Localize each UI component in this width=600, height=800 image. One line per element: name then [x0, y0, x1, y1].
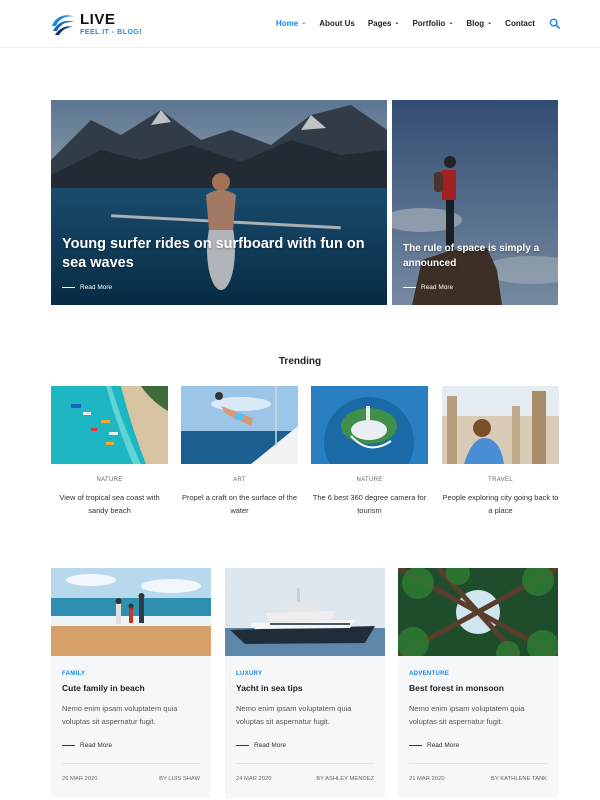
- nav-label: Portfolio: [412, 19, 446, 28]
- post-date: 21 MAR 2020: [409, 776, 445, 782]
- trending-image-boat: [181, 386, 298, 464]
- post-image-yacht: [225, 568, 385, 656]
- nav-item-portfolio[interactable]: Portfolio ⌄: [412, 19, 453, 28]
- site-header: LIVE FEEL IT - BLOG! Home ⌄ About Us Page…: [0, 0, 600, 48]
- post-card[interactable]: ADVENTURE Best forest in monsoon Nemo en…: [398, 568, 558, 798]
- trending-image-360: [311, 386, 428, 464]
- trending-card[interactable]: TRAVEL People exploring city going back …: [442, 386, 559, 517]
- read-more-label: Read More: [80, 742, 113, 749]
- trending-category: NATURE: [356, 477, 383, 483]
- hero-image-kayak: [51, 100, 387, 305]
- trending-card[interactable]: NATURE The 6 best 360 degree camera for …: [311, 386, 428, 517]
- trending-category: ART: [233, 477, 246, 483]
- trending-card[interactable]: NATURE View of tropical sea coast with s…: [51, 386, 168, 517]
- brand-title: LIVE: [80, 11, 116, 28]
- read-more-link[interactable]: Read More: [236, 742, 385, 749]
- post-card[interactable]: LUXURY Yacht in sea tips Nemo enim ipsam…: [225, 568, 385, 798]
- read-more-link[interactable]: Read More: [62, 284, 112, 291]
- nav-item-home[interactable]: Home ⌄: [276, 19, 306, 28]
- post-category[interactable]: ADVENTURE: [409, 671, 558, 677]
- read-more-line: [409, 745, 422, 746]
- read-more-label: Read More: [421, 284, 454, 291]
- trending-title[interactable]: View of tropical sea coast with sandy be…: [51, 491, 168, 517]
- post-date: 26 MAR 2020: [62, 776, 98, 782]
- post-author[interactable]: BY KATHLENE TANK: [491, 776, 547, 782]
- post-excerpt: Nemo enim ipsam voluptatem quia voluptas…: [62, 704, 178, 726]
- logo[interactable]: LIVE FEEL IT - BLOG!: [50, 12, 142, 36]
- post-title[interactable]: Cute family in beach: [62, 683, 200, 693]
- post-author[interactable]: BY ASHLEY MENDEZ: [316, 776, 374, 782]
- post-card[interactable]: FAMILY Cute family in beach Nemo enim ip…: [51, 568, 211, 798]
- search-icon[interactable]: [549, 18, 560, 29]
- nav-label: Home: [276, 19, 299, 28]
- post-image-family: [51, 568, 211, 656]
- trending-category: NATURE: [96, 477, 123, 483]
- post-meta: 26 MAR 2020 BY LUIS SHAW: [62, 763, 200, 782]
- trending-card[interactable]: ART Propel a craft on the surface of the…: [181, 386, 298, 517]
- read-more-link[interactable]: Read More: [62, 742, 211, 749]
- post-image-forest: [398, 568, 558, 656]
- chevron-down-icon: ⌄: [448, 20, 454, 26]
- nav-label: Pages: [367, 19, 392, 28]
- nav-label: About Us: [319, 19, 355, 28]
- post-date: 24 MAR 2020: [236, 776, 272, 782]
- nav-item-blog[interactable]: Blog ⌄: [466, 19, 492, 28]
- nav-label: Contact: [505, 19, 535, 28]
- logo-icon: [52, 15, 74, 35]
- read-more-label: Read More: [80, 284, 113, 291]
- trending-image-city: [442, 386, 559, 464]
- post-author[interactable]: BY LUIS SHAW: [159, 776, 200, 782]
- hero-post-featured[interactable]: Young surfer rides on surfboard with fun…: [51, 100, 387, 305]
- chevron-down-icon: ⌄: [301, 20, 307, 26]
- read-more-label: Read More: [427, 742, 460, 749]
- trending-heading: Trending: [278, 356, 322, 367]
- main-nav: Home ⌄ About Us Pages ⌄ Portfolio ⌄ Blog ⌄ C…: [276, 19, 548, 28]
- nav-item-pages[interactable]: Pages ⌄: [368, 19, 400, 28]
- trending-image-beach: [51, 386, 168, 464]
- nav-item-about-us[interactable]: About Us: [319, 19, 355, 28]
- read-more-line: [236, 745, 249, 746]
- hero-title[interactable]: The rule of space is simply a announced: [403, 241, 553, 271]
- post-excerpt: Nemo enim ipsam voluptatem quia voluptas…: [236, 704, 352, 726]
- read-more-link[interactable]: Read More: [409, 742, 558, 749]
- trending-title[interactable]: Propel a craft on the surface of the wat…: [181, 491, 298, 517]
- trending-title[interactable]: People exploring city going back to a pl…: [442, 491, 559, 517]
- post-category[interactable]: FAMILY: [62, 671, 211, 677]
- post-excerpt: Nemo enim ipsam voluptatem quia voluptas…: [409, 704, 525, 726]
- read-more-line: [62, 745, 75, 746]
- brand-tagline: FEEL IT - BLOG!: [80, 29, 143, 36]
- read-more-label: Read More: [254, 742, 287, 749]
- chevron-down-icon: ⌄: [487, 20, 493, 26]
- post-category[interactable]: LUXURY: [236, 671, 385, 677]
- trending-title[interactable]: The 6 best 360 degree camera for tourism: [311, 491, 428, 517]
- nav-label: Blog: [466, 19, 485, 28]
- read-more-link[interactable]: Read More: [403, 284, 453, 291]
- post-title[interactable]: Best forest in monsoon: [409, 683, 547, 693]
- read-more-line: [403, 287, 416, 288]
- read-more-line: [62, 287, 75, 288]
- post-meta: 21 MAR 2020 BY KATHLENE TANK: [409, 763, 547, 782]
- hero-image-hiker: [392, 100, 558, 305]
- hero-post-secondary[interactable]: The rule of space is simply a announced …: [392, 100, 558, 305]
- trending-category: TRAVEL: [488, 477, 513, 483]
- nav-item-contact[interactable]: Contact: [505, 19, 535, 28]
- post-title[interactable]: Yacht in sea tips: [236, 683, 374, 693]
- chevron-down-icon: ⌄: [394, 20, 400, 26]
- hero-title[interactable]: Young surfer rides on surfboard with fun…: [62, 235, 372, 273]
- post-meta: 24 MAR 2020 BY ASHLEY MENDEZ: [236, 763, 374, 782]
